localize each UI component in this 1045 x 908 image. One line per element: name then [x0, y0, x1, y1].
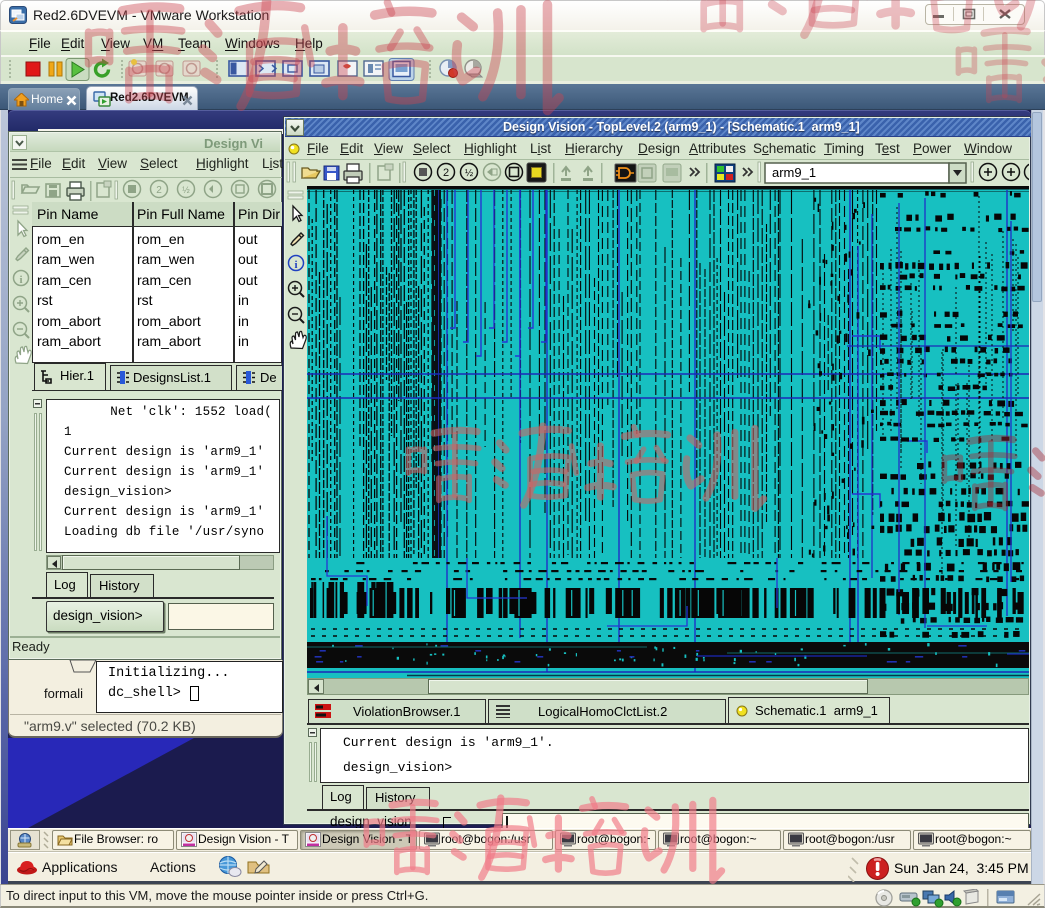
svg-text:½: ½	[465, 168, 474, 179]
svg-text:arm9_1: arm9_1	[772, 165, 816, 180]
svg-text:½: ½	[182, 185, 190, 195]
svg-text:2: 2	[443, 167, 449, 179]
svg-text:i: i	[19, 274, 22, 286]
svg-text:2: 2	[156, 185, 162, 196]
svg-text:i: i	[294, 259, 297, 271]
